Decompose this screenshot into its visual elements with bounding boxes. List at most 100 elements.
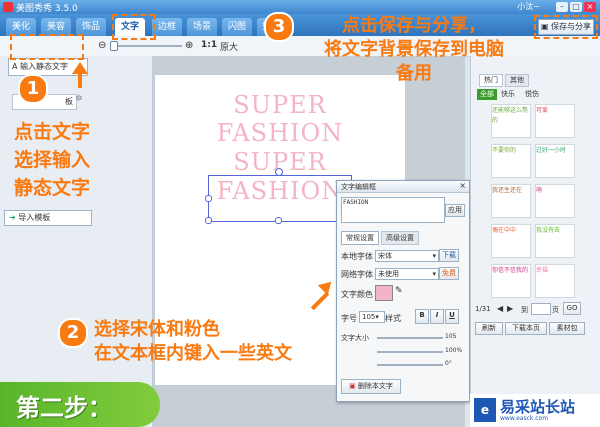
- sticker-thumb[interactable]: 不要你的: [491, 144, 531, 178]
- right-panel: 热门 其他 全部 快乐 悦伤 还能够这么熬的 可爱 不要你的 过好一小时 我还生…: [470, 56, 600, 427]
- dialog-close-icon[interactable]: ×: [459, 181, 466, 190]
- watermark-logo-icon: e: [474, 398, 496, 422]
- subtab-happy[interactable]: 快乐: [501, 89, 515, 99]
- download-page-button[interactable]: 下载本页: [505, 322, 547, 335]
- step2-instructions: 选择宋体和粉色 在文本框内键入一些英文: [94, 319, 292, 364]
- refresh-button[interactable]: 刷新: [475, 322, 503, 335]
- text-edit-dialog: 文字编辑框 × FASHION 应用 常规设置 高级设置 本地字体 宋体 ▾ 下载…: [336, 180, 470, 402]
- free-font-button[interactable]: 免费: [439, 267, 459, 280]
- save-share-button[interactable]: ▣ 保存与分享: [538, 19, 594, 35]
- go-button[interactable]: GO: [563, 302, 581, 315]
- tab-advanced-settings[interactable]: 高级设置: [381, 231, 419, 245]
- dropdown-icon: ▾: [432, 270, 436, 278]
- sticker-thumb[interactable]: 幸福: [535, 264, 575, 298]
- text-size-value: 105: [445, 333, 457, 340]
- sticker-thumb[interactable]: 偶在中中: [491, 224, 531, 258]
- sticker-thumb[interactable]: 你信不信我的: [491, 264, 531, 298]
- maximize-icon[interactable]: □: [570, 2, 582, 12]
- save-share-highlight: ▣ 保存与分享: [534, 15, 598, 39]
- page-number-input[interactable]: [531, 303, 551, 315]
- sticker-thumb[interactable]: 还能够这么熬的: [491, 104, 531, 138]
- watermark-name: 易采站长站: [500, 398, 576, 416]
- step2-badge: 2: [58, 318, 88, 348]
- canvas-text-line: FASHION: [216, 119, 344, 147]
- rotate-handle[interactable]: [275, 168, 283, 176]
- style-label: 样式: [385, 314, 401, 323]
- tab-basic-settings[interactable]: 常规设置: [341, 231, 379, 245]
- next-page-icon[interactable]: ▶: [507, 304, 513, 313]
- import-template-button[interactable]: ➜ 导入模板: [4, 210, 92, 226]
- sticker-thumb[interactable]: 过好一小时: [535, 144, 575, 178]
- user-name[interactable]: 小汰~: [517, 1, 540, 12]
- step-banner-text: 第二步：: [16, 394, 112, 422]
- step3-badge: 3: [264, 12, 294, 42]
- step1-badge: 1: [18, 74, 48, 104]
- apply-button[interactable]: 应用: [445, 204, 465, 217]
- zoom-out-icon[interactable]: ⊖: [98, 40, 106, 51]
- bold-button[interactable]: B: [415, 309, 429, 324]
- template-settings-icon[interactable]: ✲: [75, 94, 83, 104]
- input-text-highlight: [10, 34, 84, 60]
- underline-button[interactable]: U: [445, 309, 459, 324]
- italic-button[interactable]: I: [430, 309, 444, 324]
- opacity-slider[interactable]: [377, 351, 443, 353]
- delete-icon: ▣: [349, 382, 356, 390]
- delete-text-button[interactable]: ▣ 删除本文字: [341, 379, 401, 394]
- download-font-button[interactable]: 下载: [439, 249, 459, 262]
- web-font-select[interactable]: 未使用 ▾: [375, 268, 439, 280]
- resize-handle[interactable]: [205, 217, 212, 224]
- subtab-sad[interactable]: 悦伤: [525, 89, 539, 99]
- app-icon: [3, 2, 13, 12]
- material-pack-button[interactable]: 素材包: [549, 322, 585, 335]
- page-suffix: 页: [552, 306, 559, 314]
- zoom-slider-thumb[interactable]: [110, 41, 118, 51]
- ratio-label[interactable]: 1:1: [201, 40, 217, 50]
- dropdown-icon: ▾: [432, 252, 436, 260]
- text-size-label: 文字大小: [341, 334, 369, 342]
- tab-flash[interactable]: 闪图: [222, 18, 252, 36]
- dialog-title: 文字编辑框: [341, 183, 376, 191]
- opacity-value: 100%: [445, 347, 463, 354]
- text-color-swatch[interactable]: [375, 285, 393, 301]
- resize-handle[interactable]: [205, 195, 212, 202]
- save-icon: ▣: [540, 22, 549, 31]
- color-picker-icon[interactable]: ✎: [395, 286, 403, 296]
- web-font-label: 网络字体: [341, 270, 373, 279]
- watermark-url: www.easck.com: [500, 415, 549, 422]
- zoom-slider[interactable]: [112, 45, 182, 47]
- font-size-label: 字号: [341, 314, 357, 323]
- sticker-grid: 还能够这么熬的 可爱 不要你的 过好一小时 我还生还在 萌 偶在中中 我没有去 …: [491, 104, 575, 300]
- prev-page-icon[interactable]: ◀: [497, 304, 503, 313]
- minimize-icon[interactable]: –: [556, 2, 568, 12]
- font-size-select[interactable]: 105▾: [359, 311, 385, 323]
- original-size-label[interactable]: 原大: [220, 40, 238, 53]
- text-icon: A: [12, 62, 18, 71]
- sticker-thumb[interactable]: 我还生还在: [491, 184, 531, 218]
- left-panel: A 输入静态文字 板 ✲ ➜ 导入模板: [0, 56, 153, 427]
- sticker-thumb[interactable]: 萌: [535, 184, 575, 218]
- step1-instructions: 点击文字 选择输入 静态文字: [14, 121, 91, 199]
- resize-handle[interactable]: [275, 217, 282, 224]
- tab-scene[interactable]: 场景: [187, 18, 217, 36]
- page-indicator: 1/31: [475, 305, 491, 313]
- import-icon: ➜: [9, 213, 16, 222]
- window-title: 美图秀秀 3.5.0: [16, 4, 78, 14]
- subtab-all[interactable]: 全部: [477, 89, 497, 100]
- dialog-titlebar[interactable]: 文字编辑框 ×: [337, 181, 469, 193]
- zoom-in-icon[interactable]: ⊕: [185, 40, 193, 51]
- text-tab-highlight: [112, 14, 156, 40]
- angle-slider[interactable]: [377, 364, 443, 366]
- local-font-select[interactable]: 宋体 ▾: [375, 250, 439, 262]
- canvas-text-line: SUPER: [233, 91, 327, 119]
- text-color-label: 文字颜色: [341, 290, 373, 299]
- watermark: e 易采站长站 www.easck.com: [470, 394, 600, 427]
- close-icon[interactable]: ×: [584, 2, 596, 12]
- text-selection-box[interactable]: [208, 175, 352, 222]
- text-input-box[interactable]: FASHION: [341, 197, 445, 223]
- title-bar: 美图秀秀 3.5.0 小汰~ – □ ×: [0, 0, 600, 14]
- tab-frame[interactable]: 边框: [152, 18, 182, 36]
- sticker-thumb[interactable]: 我没有去: [535, 224, 575, 258]
- step-banner: 第二步：: [0, 382, 160, 427]
- sticker-thumb[interactable]: 可爱: [535, 104, 575, 138]
- text-size-slider[interactable]: [377, 337, 443, 339]
